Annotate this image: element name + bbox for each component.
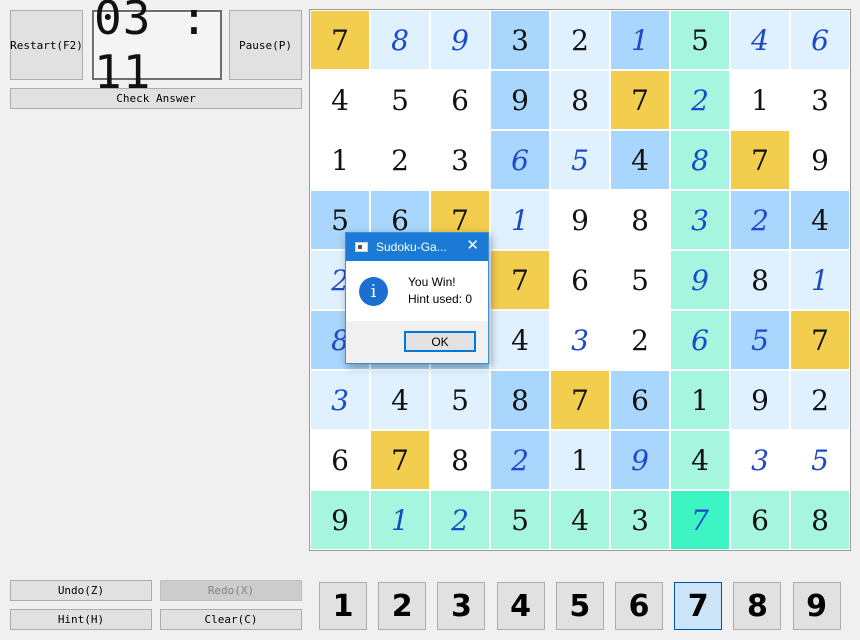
sudoku-cell[interactable]: 3 [551, 311, 609, 369]
sudoku-cell[interactable]: 2 [611, 311, 669, 369]
sudoku-cell[interactable]: 8 [431, 431, 489, 489]
sudoku-cell[interactable]: 2 [551, 11, 609, 69]
sudoku-cell[interactable]: 3 [431, 131, 489, 189]
sudoku-cell[interactable]: 9 [671, 251, 729, 309]
dialog-body: i You Win! Hint used: 0 [346, 261, 488, 321]
sudoku-cell[interactable]: 5 [491, 491, 549, 549]
sudoku-cell[interactable]: 7 [371, 431, 429, 489]
sudoku-cell[interactable]: 6 [671, 311, 729, 369]
number-button-8[interactable]: 8 [733, 582, 782, 630]
sudoku-cell[interactable]: 7 [311, 11, 369, 69]
sudoku-cell[interactable]: 8 [731, 251, 789, 309]
sudoku-cell[interactable]: 9 [491, 71, 549, 129]
close-icon[interactable]: ✕ [466, 238, 479, 254]
pause-button[interactable]: Pause(P) [229, 10, 302, 80]
sudoku-cell[interactable]: 8 [551, 71, 609, 129]
sudoku-cell[interactable]: 2 [431, 491, 489, 549]
sudoku-cell[interactable]: 8 [371, 11, 429, 69]
sudoku-cell[interactable]: 1 [671, 371, 729, 429]
sudoku-cell[interactable]: 1 [551, 431, 609, 489]
sudoku-cell[interactable]: 3 [671, 191, 729, 249]
sudoku-cell[interactable]: 5 [731, 311, 789, 369]
sudoku-cell[interactable]: 9 [311, 491, 369, 549]
dialog-title: Sudoku-Ga... [376, 240, 447, 254]
sudoku-cell[interactable]: 6 [551, 251, 609, 309]
number-button-1[interactable]: 1 [319, 582, 367, 630]
sudoku-cell[interactable]: 2 [371, 131, 429, 189]
sudoku-cell[interactable]: 6 [791, 11, 849, 69]
number-button-2[interactable]: 2 [378, 582, 427, 630]
sudoku-cell[interactable]: 2 [791, 371, 849, 429]
sudoku-cell[interactable]: 1 [731, 71, 789, 129]
undo-button[interactable]: Undo(Z) [10, 580, 152, 601]
sudoku-cell[interactable]: 2 [731, 191, 789, 249]
timer-display: 03 : 11 [92, 0, 222, 99]
number-button-4[interactable]: 4 [496, 582, 545, 630]
sudoku-cell[interactable]: 7 [671, 491, 729, 549]
sudoku-cell[interactable]: 8 [491, 371, 549, 429]
check-answer-button[interactable]: Check Answer [10, 88, 302, 109]
sudoku-cell[interactable]: 4 [311, 71, 369, 129]
sudoku-cell[interactable]: 6 [431, 71, 489, 129]
sudoku-cell[interactable]: 4 [551, 491, 609, 549]
sudoku-cell[interactable]: 3 [611, 491, 669, 549]
dialog-message-line2: Hint used: 0 [408, 292, 473, 306]
win-dialog: Sudoku-Ga... ✕ i You Win! Hint used: 0 O… [345, 232, 489, 364]
sudoku-cell[interactable]: 6 [611, 371, 669, 429]
dialog-message-line1: You Win! [408, 275, 456, 289]
sudoku-cell[interactable]: 1 [491, 191, 549, 249]
sudoku-cell[interactable]: 3 [491, 11, 549, 69]
sudoku-cell[interactable]: 5 [551, 131, 609, 189]
sudoku-cell[interactable]: 4 [791, 191, 849, 249]
sudoku-cell[interactable]: 1 [791, 251, 849, 309]
sudoku-cell[interactable]: 4 [611, 131, 669, 189]
sudoku-cell[interactable]: 1 [371, 491, 429, 549]
restart-button[interactable]: Restart(F2) [10, 10, 83, 80]
sudoku-cell[interactable]: 4 [371, 371, 429, 429]
hint-button[interactable]: Hint(H) [10, 609, 152, 630]
sudoku-cell[interactable]: 4 [671, 431, 729, 489]
info-icon: i [359, 277, 388, 306]
sudoku-cell[interactable]: 1 [311, 131, 369, 189]
sudoku-cell[interactable]: 7 [551, 371, 609, 429]
sudoku-cell[interactable]: 9 [611, 431, 669, 489]
number-button-6[interactable]: 6 [615, 582, 663, 630]
sudoku-cell[interactable]: 7 [611, 71, 669, 129]
sudoku-cell[interactable]: 7 [791, 311, 849, 369]
dialog-title-bar: Sudoku-Ga... ✕ [346, 233, 488, 261]
sudoku-cell[interactable]: 3 [791, 71, 849, 129]
sudoku-cell[interactable]: 2 [491, 431, 549, 489]
sudoku-cell[interactable]: 7 [731, 131, 789, 189]
sudoku-cell[interactable]: 9 [551, 191, 609, 249]
sudoku-cell[interactable]: 9 [731, 371, 789, 429]
sudoku-cell[interactable]: 2 [671, 71, 729, 129]
sudoku-cell[interactable]: 9 [431, 11, 489, 69]
sudoku-cell[interactable]: 3 [311, 371, 369, 429]
sudoku-cell[interactable]: 8 [611, 191, 669, 249]
ok-button[interactable]: OK [404, 331, 476, 352]
sudoku-cell[interactable]: 5 [791, 431, 849, 489]
sudoku-cell[interactable]: 6 [731, 491, 789, 549]
clear-button[interactable]: Clear(C) [160, 609, 302, 630]
redo-button[interactable]: Redo(X) [160, 580, 302, 601]
app-window-icon [355, 242, 368, 252]
sudoku-cell[interactable]: 9 [791, 131, 849, 189]
number-button-3[interactable]: 3 [437, 582, 486, 630]
sudoku-cell[interactable]: 4 [491, 311, 549, 369]
sudoku-cell[interactable]: 5 [371, 71, 429, 129]
sudoku-cell[interactable]: 6 [491, 131, 549, 189]
number-button-9[interactable]: 9 [792, 582, 841, 630]
number-button-7[interactable]: 7 [674, 582, 723, 630]
sudoku-cell[interactable]: 7 [491, 251, 549, 309]
sudoku-cell[interactable]: 8 [671, 131, 729, 189]
sudoku-cell[interactable]: 4 [731, 11, 789, 69]
sudoku-cell[interactable]: 8 [791, 491, 849, 549]
sudoku-cell[interactable]: 5 [671, 11, 729, 69]
sudoku-cell[interactable]: 3 [731, 431, 789, 489]
sudoku-cell[interactable]: 5 [431, 371, 489, 429]
sudoku-cell[interactable]: 5 [611, 251, 669, 309]
number-button-5[interactable]: 5 [555, 582, 604, 630]
sudoku-cell[interactable]: 6 [311, 431, 369, 489]
sudoku-cell[interactable]: 1 [611, 11, 669, 69]
